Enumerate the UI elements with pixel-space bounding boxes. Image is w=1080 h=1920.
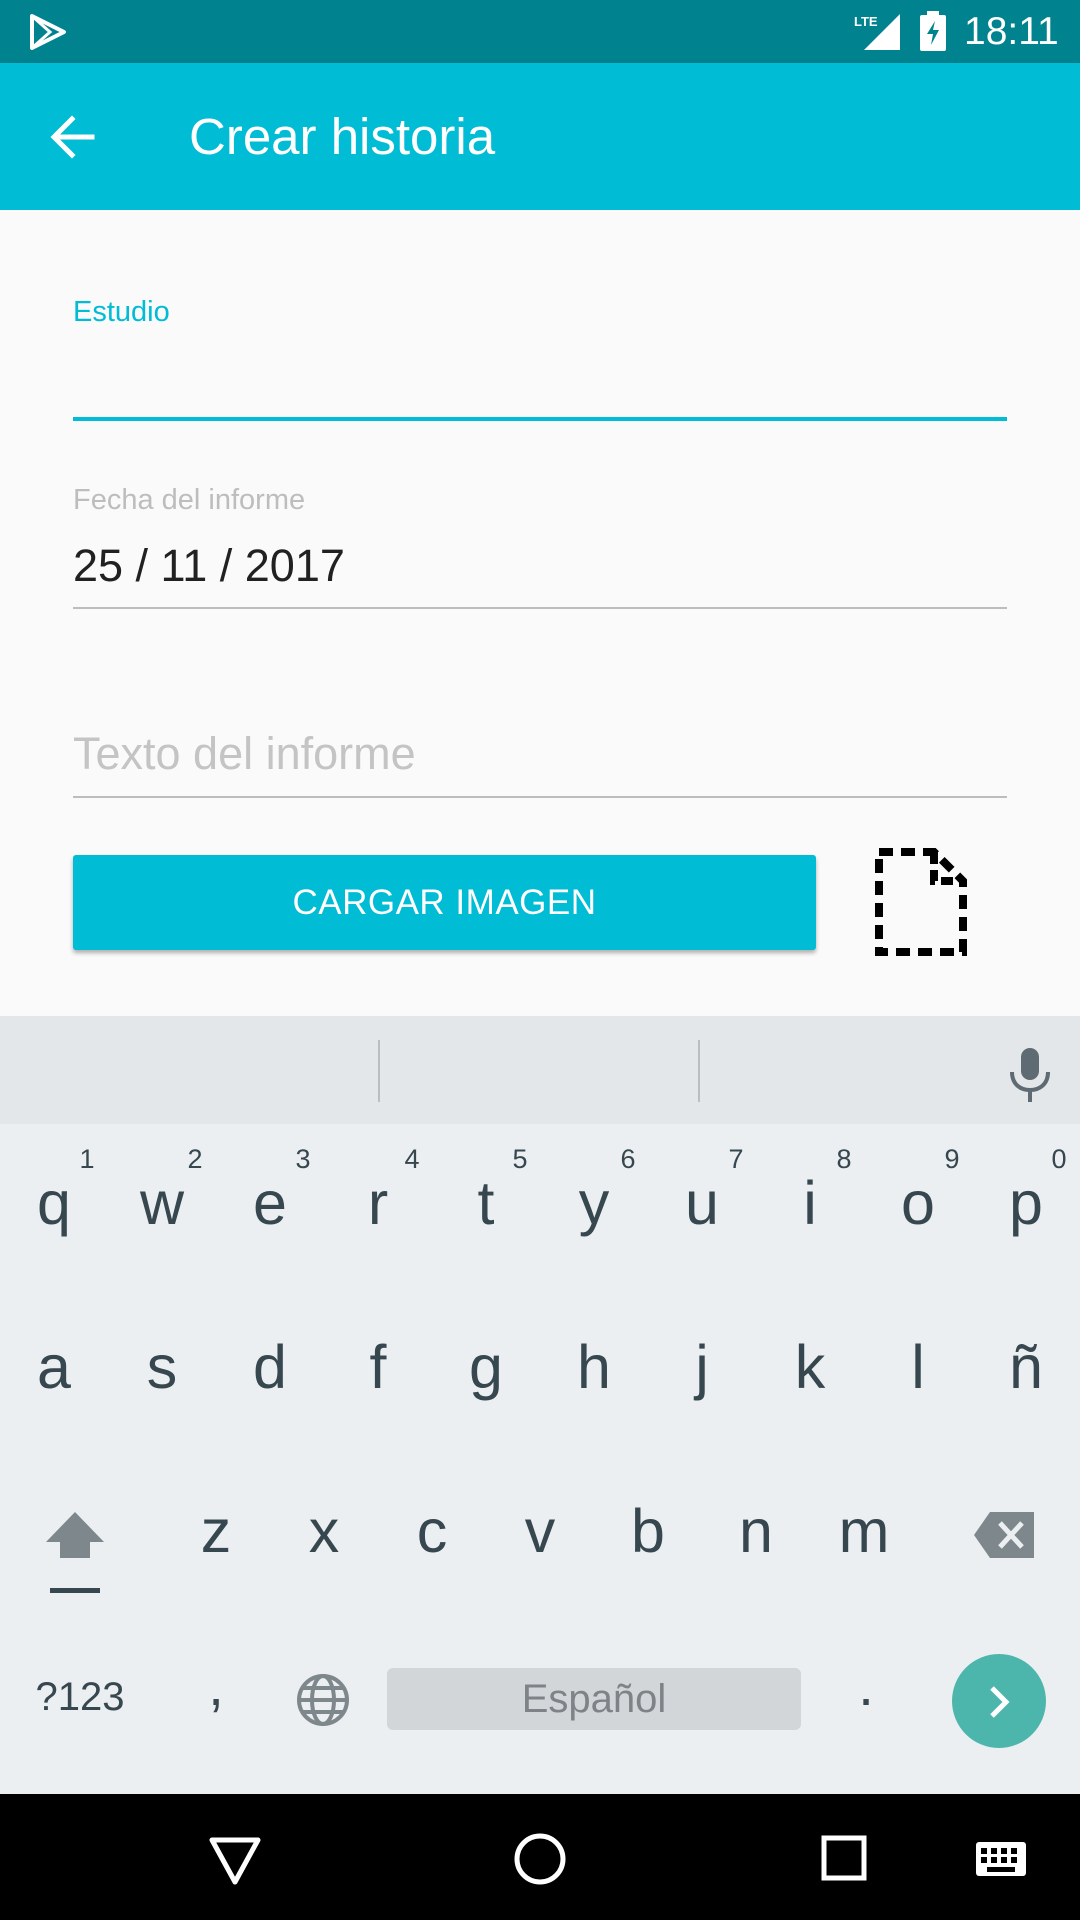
keyboard-switch-icon[interactable] — [974, 1840, 1028, 1878]
key-v[interactable]: v — [490, 1496, 590, 1566]
key-d[interactable]: d — [220, 1332, 320, 1402]
key-z[interactable]: z — [166, 1496, 266, 1566]
globe-icon[interactable] — [295, 1672, 351, 1728]
shift-icon[interactable] — [42, 1508, 108, 1596]
svg-text:LTE: LTE — [854, 14, 878, 29]
key-u[interactable]: u — [652, 1168, 752, 1238]
key-i[interactable]: i — [760, 1168, 860, 1238]
key-h[interactable]: h — [544, 1332, 644, 1402]
key-x[interactable]: x — [274, 1496, 374, 1566]
status-bar: LTE 18:11 — [0, 0, 1080, 63]
back-arrow-icon[interactable] — [46, 111, 98, 163]
suggestion-divider — [378, 1040, 380, 1102]
key-t[interactable]: t — [436, 1168, 536, 1238]
play-store-icon — [30, 14, 66, 50]
space-bar[interactable]: Español — [387, 1668, 801, 1730]
recents-square-icon[interactable] — [820, 1834, 868, 1882]
home-circle-icon[interactable] — [513, 1832, 567, 1886]
estudio-input[interactable] — [73, 340, 1007, 418]
suggestion-divider — [698, 1040, 700, 1102]
estudio-underline — [73, 417, 1007, 421]
key-l[interactable]: l — [868, 1332, 968, 1402]
key-o[interactable]: o — [868, 1168, 968, 1238]
clock: 18:11 — [964, 10, 1059, 53]
texto-input[interactable]: Texto del informe — [73, 728, 416, 780]
key-g[interactable]: g — [436, 1332, 536, 1402]
key-y[interactable]: y — [544, 1168, 644, 1238]
battery-charging-icon — [920, 11, 946, 51]
texto-underline — [73, 796, 1007, 798]
key-a[interactable]: a — [4, 1332, 104, 1402]
estudio-label: Estudio — [73, 296, 170, 328]
suggestion-strip — [0, 1016, 1080, 1124]
back-triangle-icon[interactable] — [208, 1836, 262, 1886]
key-r[interactable]: r — [328, 1168, 428, 1238]
app-bar: Crear historia — [0, 63, 1080, 210]
fecha-input[interactable]: 25 / 11 / 2017 — [73, 540, 345, 592]
chevron-right-icon — [990, 1686, 1010, 1718]
microphone-icon[interactable] — [1006, 1046, 1054, 1104]
key-m[interactable]: m — [814, 1496, 914, 1566]
fecha-underline — [73, 607, 1007, 609]
key-p[interactable]: p — [976, 1168, 1076, 1238]
symbols-key[interactable]: ?123 — [20, 1672, 140, 1722]
cargar-imagen-button[interactable]: CARGAR IMAGEN — [73, 855, 816, 950]
key-n-tilde[interactable]: ñ — [976, 1332, 1076, 1402]
lte-signal-icon: LTE — [854, 14, 900, 50]
key-c[interactable]: c — [382, 1496, 482, 1566]
key-n[interactable]: n — [706, 1496, 806, 1566]
key-f[interactable]: f — [328, 1332, 428, 1402]
key-comma[interactable]: , — [196, 1656, 236, 1716]
file-placeholder-icon — [875, 848, 967, 956]
form-content: Estudio Fecha del informe 25 / 11 / 2017… — [0, 210, 1080, 1010]
key-s[interactable]: s — [112, 1332, 212, 1402]
key-j[interactable]: j — [652, 1332, 752, 1402]
keyboard: 1 2 3 4 5 6 7 8 9 0 q w e r t y u i o p … — [0, 1016, 1080, 1794]
backspace-icon[interactable] — [972, 1510, 1038, 1560]
page-title: Crear historia — [189, 108, 496, 165]
key-e[interactable]: e — [220, 1168, 320, 1238]
key-q[interactable]: q — [4, 1168, 104, 1238]
key-w[interactable]: w — [112, 1168, 212, 1238]
fecha-label: Fecha del informe — [73, 484, 306, 516]
key-b[interactable]: b — [598, 1496, 698, 1566]
key-period[interactable]: . — [846, 1656, 886, 1716]
navigation-bar — [0, 1794, 1080, 1920]
enter-key[interactable] — [952, 1654, 1046, 1748]
key-k[interactable]: k — [760, 1332, 860, 1402]
